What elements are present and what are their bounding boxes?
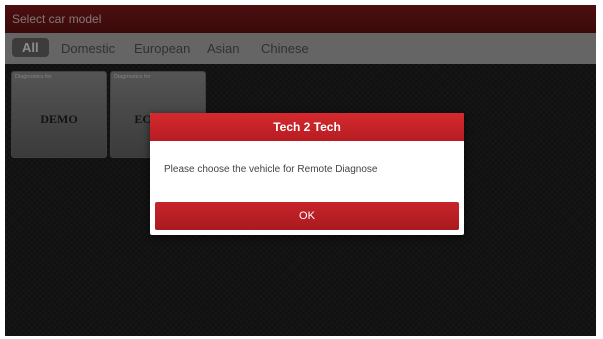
dialog-message: Please choose the vehicle for Remote Dia… [164,164,378,175]
dialog-title: Tech 2 Tech [150,113,464,141]
ok-button[interactable]: OK [155,202,459,230]
tech2tech-dialog: Tech 2 Tech Please choose the vehicle fo… [150,113,464,235]
app-screen: Select car model All Domestic European A… [5,5,596,336]
